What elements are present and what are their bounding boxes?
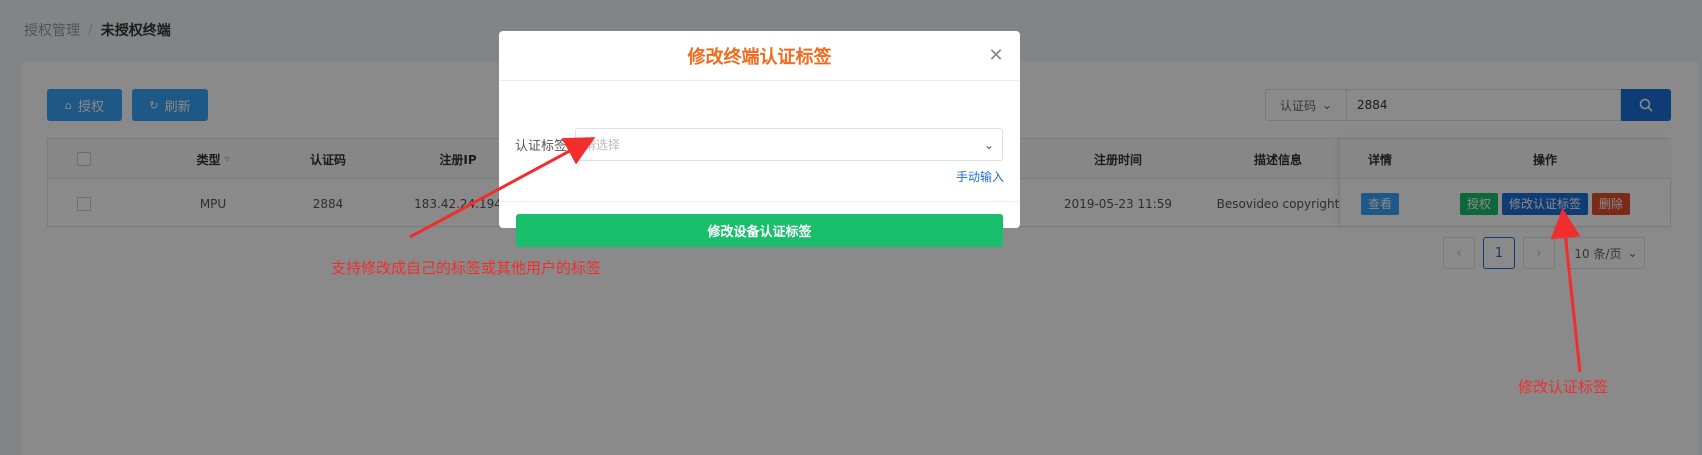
right-arrow [1550, 208, 1582, 373]
left-arrow [409, 137, 596, 239]
right-annotation: 修改认证标签 [1518, 378, 1609, 396]
left-annotation: 支持修改成自己的标签或其他用户的标签 [331, 259, 602, 277]
annotation-arrows [409, 137, 1582, 373]
